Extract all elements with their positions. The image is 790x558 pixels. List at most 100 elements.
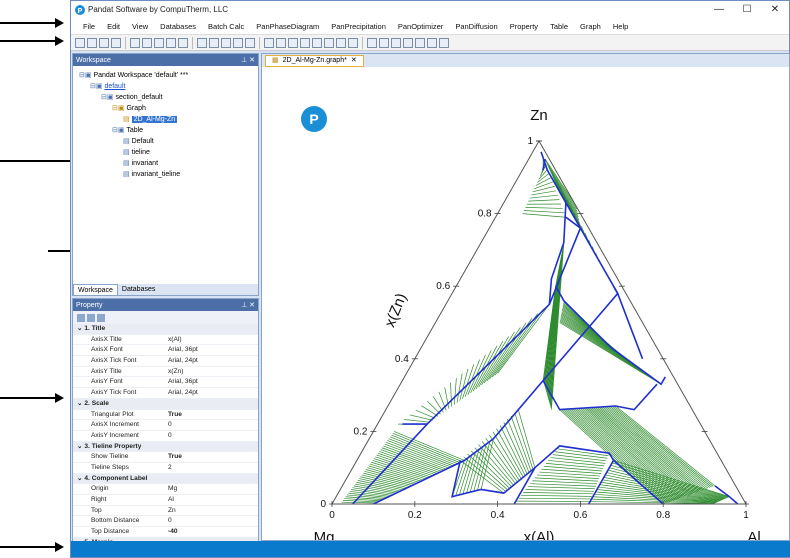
property-section[interactable]: ⌄ 4. Component Label	[73, 473, 258, 485]
property-row[interactable]: Show Tieline True	[73, 452, 258, 463]
paste-icon[interactable]	[166, 37, 176, 48]
color-icon[interactable]	[367, 37, 377, 48]
pointer-icon[interactable]	[379, 37, 389, 48]
menu-item-table[interactable]: Table	[544, 22, 574, 31]
property-value[interactable]: 0	[165, 431, 258, 441]
sort-alpha-icon[interactable]	[87, 313, 95, 322]
property-pages-icon[interactable]	[97, 313, 105, 322]
save-all-icon[interactable]	[111, 37, 121, 48]
menu-item-panoptimizer[interactable]: PanOptimizer	[392, 22, 449, 31]
property-row[interactable]: Top Distance -40	[73, 527, 258, 538]
menu-item-batch-calc[interactable]: Batch Calc	[202, 22, 250, 31]
property-section[interactable]: ⌄ 3. Tieline Property	[73, 441, 258, 453]
property-value[interactable]: Arial, 24pt	[165, 356, 258, 366]
line-icon[interactable]	[276, 37, 286, 48]
property-value[interactable]: True	[165, 410, 258, 420]
tree-item[interactable]: ⊟▣ Pandat Workspace 'default' ***	[79, 70, 252, 81]
property-value[interactable]: Arial, 36pt	[165, 377, 258, 387]
tab-graph-document[interactable]: ▦ 2D_Al-Mg-Zn.graph* ✕	[265, 55, 364, 67]
run-icon[interactable]	[197, 37, 207, 48]
grid-icon[interactable]	[312, 37, 322, 48]
property-value[interactable]: x(Al)	[165, 335, 258, 345]
tree-item[interactable]: ⊟▣ Graph	[79, 103, 252, 114]
property-value[interactable]: Al	[165, 495, 258, 505]
property-row[interactable]: AxisY Increment 0	[73, 431, 258, 442]
minimize-button[interactable]: —	[705, 4, 733, 15]
menu-item-help[interactable]: Help	[607, 22, 634, 31]
property-value[interactable]: 2	[165, 463, 258, 473]
magnify-icon[interactable]	[391, 37, 401, 48]
refresh-icon[interactable]	[403, 37, 413, 48]
property-row[interactable]: Bottom Distance 0	[73, 516, 258, 528]
open-icon[interactable]	[87, 37, 97, 48]
tree-item[interactable]: ▤ 2D_Al-Mg-Zn	[79, 114, 252, 125]
property-value[interactable]: Mg	[165, 484, 258, 494]
property-value[interactable]: True	[165, 452, 258, 462]
tab-databases[interactable]: Databases	[118, 284, 159, 295]
legend-icon[interactable]	[324, 37, 334, 48]
pan-icon[interactable]	[245, 37, 255, 48]
menu-item-property[interactable]: Property	[504, 22, 544, 31]
property-section[interactable]: ⌄ 2. Scale	[73, 398, 258, 410]
property-row[interactable]: AxisY Tick Font Arial, 24pt	[73, 388, 258, 399]
menu-item-edit[interactable]: Edit	[101, 22, 126, 31]
tree-item[interactable]: ▤ Default	[79, 136, 252, 147]
menu-item-panprecipitation[interactable]: PanPrecipitation	[325, 22, 392, 31]
close-button[interactable]: ✕	[761, 4, 789, 15]
format-icon[interactable]	[415, 37, 425, 48]
menu-item-file[interactable]: File	[77, 22, 101, 31]
property-row[interactable]: AxisX Increment 0	[73, 420, 258, 431]
tree-item[interactable]: ⊟▣ default	[79, 81, 252, 92]
property-value[interactable]: 0	[165, 516, 258, 526]
property-row[interactable]: AxisY Title x(Zn)	[73, 367, 258, 378]
property-value[interactable]: Arial, 24pt	[165, 388, 258, 398]
property-row[interactable]: Triangular Plot True	[73, 410, 258, 421]
axis-icon[interactable]	[336, 37, 346, 48]
text-icon[interactable]	[300, 37, 310, 48]
menu-item-graph[interactable]: Graph	[574, 22, 607, 31]
table-icon[interactable]	[348, 37, 358, 48]
menu-item-pandiffusion[interactable]: PanDiffusion	[449, 22, 503, 31]
panel-pin-close-icon[interactable]: ⊥ ✕	[241, 56, 255, 64]
print-icon[interactable]	[130, 37, 140, 48]
menu-item-view[interactable]: View	[126, 22, 154, 31]
cut-icon[interactable]	[142, 37, 152, 48]
pen-icon[interactable]	[439, 37, 449, 48]
property-row[interactable]: AxisX Font Arial, 36pt	[73, 345, 258, 357]
property-row[interactable]: AxisX Tick Font Arial, 24pt	[73, 356, 258, 367]
tree-item[interactable]: ▤ invariant_tieline	[79, 169, 252, 180]
tree-item[interactable]: ▤ invariant	[79, 158, 252, 169]
export-icon[interactable]	[221, 37, 231, 48]
tab-workspace[interactable]: Workspace	[73, 284, 118, 295]
stop-icon[interactable]	[209, 37, 219, 48]
delete-icon[interactable]	[178, 37, 188, 48]
tree-item[interactable]: ▤ tieline	[79, 147, 252, 158]
property-row[interactable]: AxisY Font Arial, 36pt	[73, 377, 258, 389]
categorized-icon[interactable]	[77, 313, 85, 322]
zoom-icon[interactable]	[233, 37, 243, 48]
copy-icon[interactable]	[154, 37, 164, 48]
property-row[interactable]: Right Al	[73, 495, 258, 506]
close-tab-icon[interactable]: ✕	[351, 56, 357, 66]
menu-item-databases[interactable]: Databases	[154, 22, 202, 31]
select-icon[interactable]	[264, 37, 274, 48]
property-value[interactable]: -40	[165, 527, 258, 537]
property-row[interactable]: Tieline Steps 2	[73, 463, 258, 474]
property-section[interactable]: ⌄ 1. Title	[73, 324, 258, 335]
property-value[interactable]: Arial, 36pt	[165, 345, 258, 355]
tree-item[interactable]: ⊟▣ section_default	[79, 92, 252, 103]
maximize-button[interactable]: ☐	[733, 4, 761, 15]
menu-item-panphasediagram[interactable]: PanPhaseDiagram	[250, 22, 325, 31]
property-row[interactable]: AxisX Title x(Al)	[73, 335, 258, 346]
property-value[interactable]: 0	[165, 420, 258, 430]
save-icon[interactable]	[99, 37, 109, 48]
property-row[interactable]: Origin Mg	[73, 484, 258, 495]
new-icon[interactable]	[75, 37, 85, 48]
property-row[interactable]: Top Zn	[73, 506, 258, 517]
panel-pin-close-icon[interactable]: ⊥ ✕	[241, 301, 255, 309]
tree-item[interactable]: ⊟▣ Table	[79, 125, 252, 136]
label-icon[interactable]	[427, 37, 437, 48]
property-value[interactable]: Zn	[165, 506, 258, 516]
rect-icon[interactable]	[288, 37, 298, 48]
property-value[interactable]: x(Zn)	[165, 367, 258, 377]
